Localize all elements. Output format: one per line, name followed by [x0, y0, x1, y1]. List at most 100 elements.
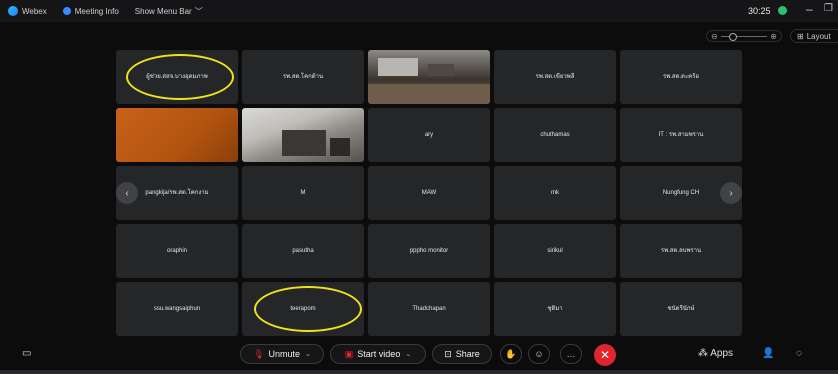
more-options-button[interactable]: …: [560, 344, 582, 364]
video-off-icon: ▣: [344, 348, 354, 359]
participant-tile[interactable]: รพ.สต.โคกด้าน: [242, 50, 364, 104]
participant-tile[interactable]: sirikul: [494, 224, 616, 278]
restore-icon[interactable]: ❐: [824, 3, 833, 14]
webex-logo-icon: [8, 6, 18, 16]
participant-name: pangkija/รพ.สต.โคกงาม: [145, 190, 209, 196]
participant-tile[interactable]: pasutha: [242, 224, 364, 278]
meeting-info-button[interactable]: Meeting Info: [62, 6, 119, 16]
participant-video-tile[interactable]: [116, 108, 238, 162]
apps-button[interactable]: ⁂ Apps: [698, 348, 733, 359]
participant-tile[interactable]: ชุติมา: [494, 282, 616, 336]
participant-tile[interactable]: IT : รพ.สามพราน: [620, 108, 742, 162]
chevron-down-icon[interactable]: ⌄: [305, 350, 311, 358]
webex-menu[interactable]: Webex: [8, 6, 47, 16]
participant-name: ผู้ช่วย.สสจ.บางอุดมภาพ: [146, 74, 208, 80]
participant-name: Thadchapan: [412, 306, 446, 312]
participant-name: รพ.สต.ตะคร้อ: [662, 74, 700, 80]
video-feed: [330, 138, 350, 156]
previous-page-button[interactable]: ‹: [116, 182, 138, 204]
participant-name: ary: [424, 132, 434, 138]
hand-icon: ✋: [505, 348, 517, 359]
participant-name: M: [300, 190, 306, 196]
participant-name: ชนัดรีนักษ์: [667, 306, 695, 312]
more-icon: …: [566, 349, 576, 359]
video-feed: [378, 58, 418, 76]
participant-tile[interactable]: teerapom: [242, 282, 364, 336]
apps-icon: ⁂: [698, 348, 708, 359]
connection-status-icon: [778, 6, 787, 15]
chat-icon[interactable]: ◌: [796, 348, 802, 359]
show-menu-bar-label: Show Menu Bar: [134, 6, 192, 16]
unmute-button[interactable]: 🎙 Unmute ⌄: [240, 344, 324, 364]
share-label: Share: [455, 349, 480, 359]
participant-name: pasutha: [292, 248, 314, 254]
participant-name: IT : รพ.สามพราน: [658, 132, 704, 138]
participant-grid: ผู้ช่วย.สสจ.บางอุดมภาพ รพ.สต.โคกด้าน รพ.…: [116, 50, 742, 336]
zoom-in-icon[interactable]: ⊕: [770, 32, 777, 41]
apps-label: Apps: [710, 348, 734, 359]
participant-tile[interactable]: mk: [494, 166, 616, 220]
participant-name: sirikul: [547, 248, 563, 254]
zoom-out-icon[interactable]: ⊖: [711, 32, 718, 41]
start-video-label: Start video: [357, 349, 401, 359]
unmute-label: Unmute: [268, 349, 301, 359]
meeting-timer: 30:25: [748, 6, 771, 16]
participant-tile[interactable]: รพ.สต.ลบพราน: [620, 224, 742, 278]
participant-name: รพ.สต.ลบพราน: [660, 248, 702, 254]
zoom-track[interactable]: [720, 32, 768, 41]
participant-name: oraphin: [166, 248, 187, 254]
muted-mic-icon: 🎙: [253, 348, 265, 359]
show-menu-bar-button[interactable]: Show Menu Bar ﹀: [135, 6, 203, 17]
participant-tile[interactable]: รพ.สต.เขียวพลี: [494, 50, 616, 104]
raise-hand-button[interactable]: ✋: [500, 344, 522, 364]
title-bar: Webex Meeting Info Show Menu Bar ﹀ 30:25…: [0, 0, 838, 22]
meeting-info-label: Meeting Info: [74, 6, 119, 16]
participant-tile[interactable]: oraphin: [116, 224, 238, 278]
layout-grid-icon: ⊞: [797, 31, 804, 41]
zoom-knob[interactable]: [728, 32, 737, 41]
share-icon: ⊡: [444, 348, 452, 359]
reactions-button[interactable]: ☺: [528, 344, 550, 364]
meeting-controls: ▭ 🎙 Unmute ⌄ ▣ Start video ⌄ ⊡ Share ✋ ☺…: [0, 340, 838, 374]
participant-tile[interactable]: chuthamas: [494, 108, 616, 162]
participant-name: mk: [551, 190, 559, 196]
start-video-button[interactable]: ▣ Start video ⌄: [330, 344, 426, 364]
taskbar-strip: [0, 370, 838, 374]
next-page-button[interactable]: ›: [720, 182, 742, 204]
video-feed: [282, 130, 326, 156]
participant-tile[interactable]: ary: [368, 108, 490, 162]
participant-video-tile[interactable]: [242, 108, 364, 162]
zoom-slider[interactable]: ⊖ ⊕: [706, 30, 782, 42]
minimize-icon[interactable]: –: [806, 2, 813, 16]
participant-tile[interactable]: ผู้ช่วย.สสจ.บางอุดมภาพ: [116, 50, 238, 104]
close-icon: ✕: [599, 348, 611, 362]
info-icon: [62, 7, 71, 15]
layout-label: Layout: [806, 31, 831, 41]
video-feed: [368, 84, 490, 104]
participant-video-tile[interactable]: [368, 50, 490, 104]
participant-tile[interactable]: Thadchapan: [368, 282, 490, 336]
participant-tile[interactable]: ชนัดรีนักษ์: [620, 282, 742, 336]
participant-name: MAW: [421, 190, 437, 196]
participant-name: Nungfung CH: [662, 190, 700, 196]
participant-name: teerapom: [290, 306, 316, 312]
participant-tile[interactable]: pppho monitor: [368, 224, 490, 278]
chevron-down-icon[interactable]: ⌄: [405, 350, 411, 358]
leave-meeting-button[interactable]: ✕: [594, 344, 616, 366]
participant-name: chuthamas: [540, 132, 570, 138]
participant-name: ssu.wangsaiphun: [153, 306, 201, 312]
participant-tile[interactable]: MAW: [368, 166, 490, 220]
layout-button[interactable]: ⊞ Layout: [790, 29, 838, 43]
captions-icon[interactable]: ▭: [22, 348, 31, 359]
chevron-down-icon: ﹀: [194, 6, 203, 16]
participant-name: ชุติมา: [547, 306, 563, 312]
participant-tile[interactable]: M: [242, 166, 364, 220]
participant-tile[interactable]: รพ.สต.ตะคร้อ: [620, 50, 742, 104]
smiley-icon: ☺: [534, 349, 544, 359]
share-button[interactable]: ⊡ Share: [432, 344, 492, 364]
participants-icon[interactable]: 👤: [762, 348, 774, 359]
participant-tile[interactable]: ssu.wangsaiphun: [116, 282, 238, 336]
app-name: Webex: [22, 6, 47, 16]
video-feed: [428, 64, 454, 76]
participant-name: pppho monitor: [409, 248, 449, 254]
